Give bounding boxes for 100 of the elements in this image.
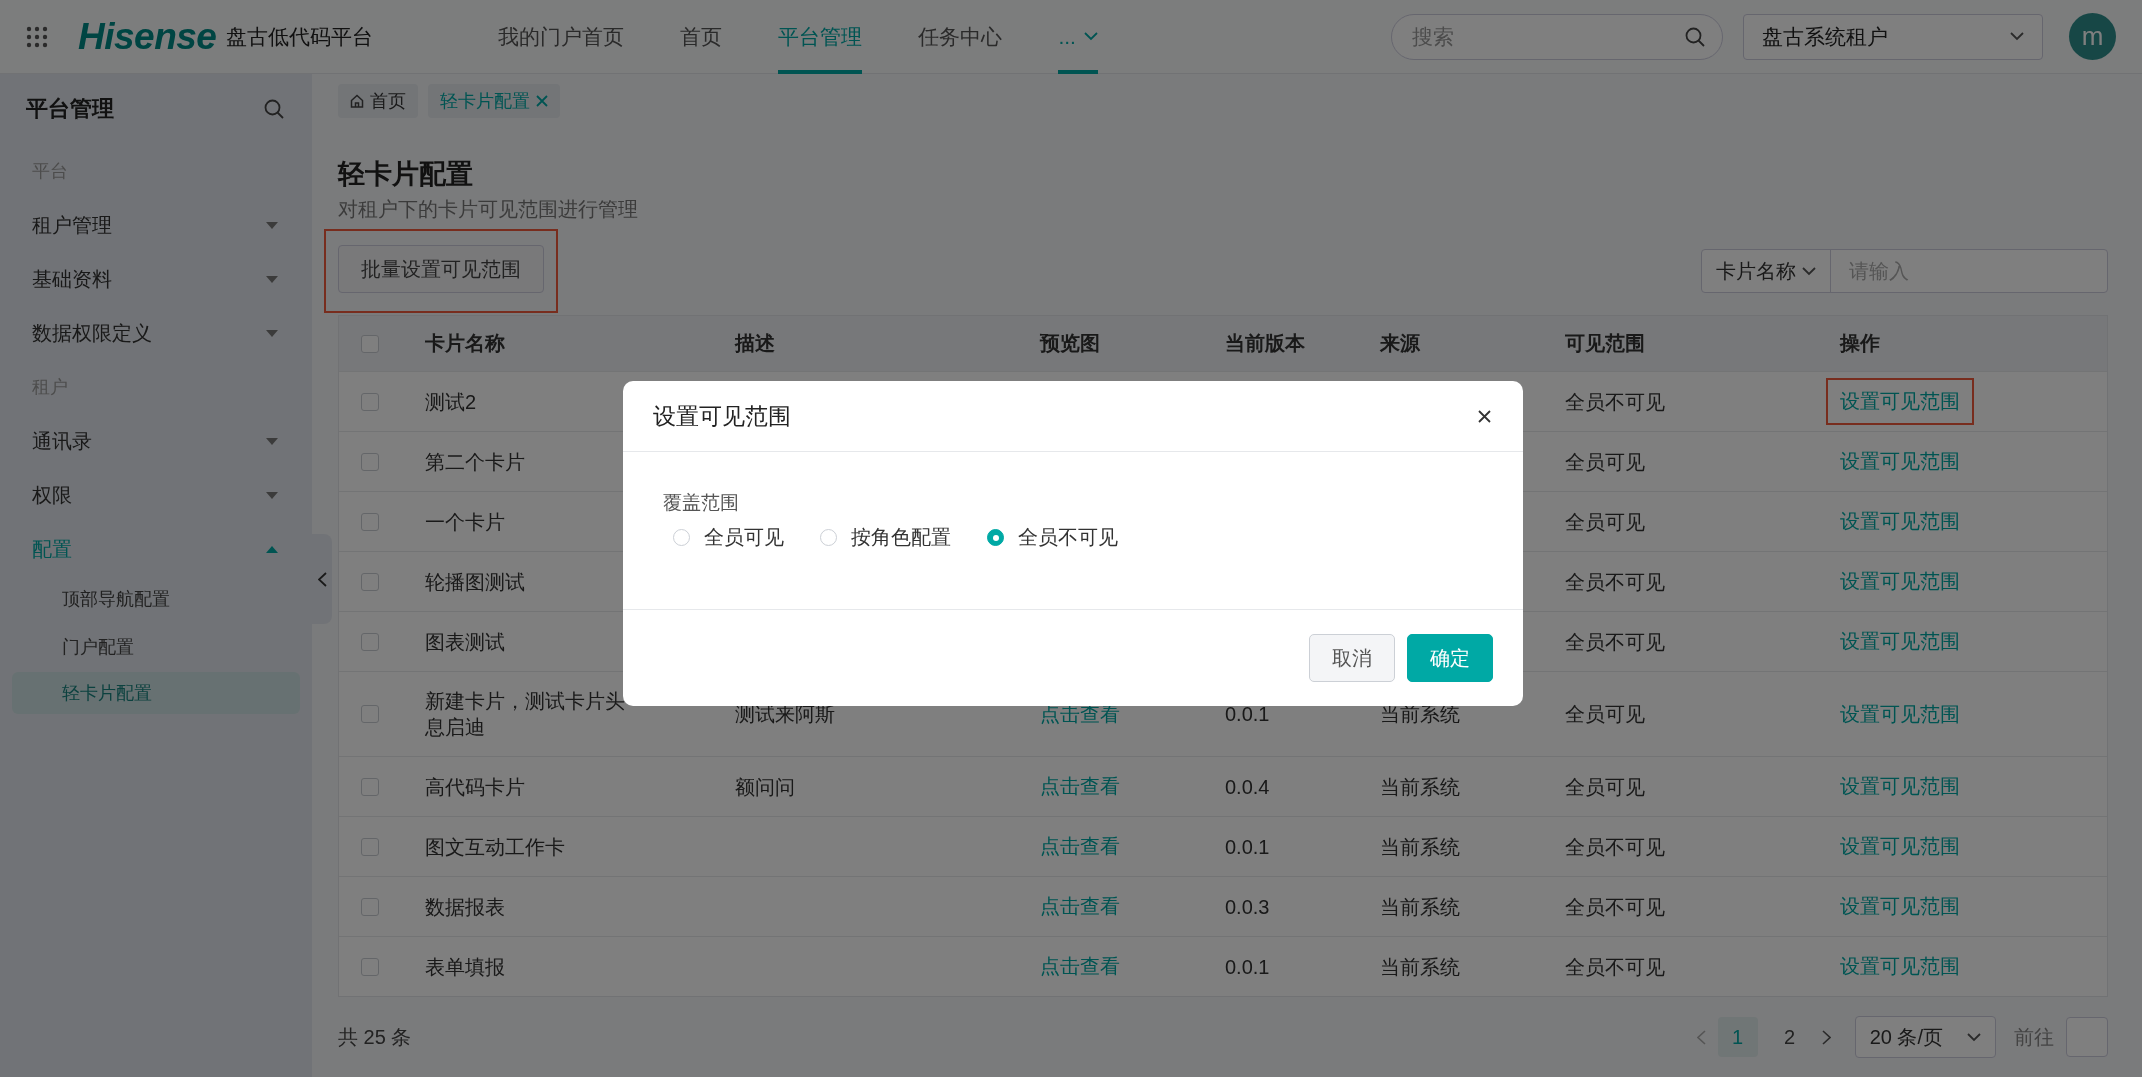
radio[interactable] bbox=[987, 529, 1004, 546]
checkbox[interactable] bbox=[361, 334, 379, 353]
filter-select[interactable]: 卡片名称 bbox=[1702, 250, 1831, 292]
checkbox[interactable] bbox=[361, 632, 379, 651]
nav-tab[interactable]: 我的门户首页 bbox=[498, 0, 625, 74]
confirm-button[interactable]: 确定 bbox=[1407, 634, 1493, 682]
sidebar-subitem[interactable]: 顶部导航配置 bbox=[12, 576, 300, 622]
sidebar-item[interactable]: 数据权限定义 bbox=[12, 306, 300, 360]
set-visibility-link[interactable]: 设置可见范围 bbox=[1840, 388, 1960, 415]
table-cell-text: 当前系统 bbox=[1380, 834, 1460, 860]
preview-link[interactable]: 点击查看 bbox=[1040, 833, 1120, 860]
table-cell-text: 数据报表 bbox=[425, 894, 505, 920]
table-cell-text: 新建卡片，测试卡片头息启迪 bbox=[425, 689, 626, 740]
set-visibility-link[interactable]: 设置可见范围 bbox=[1840, 773, 1960, 800]
set-visibility-link[interactable]: 设置可见范围 bbox=[1840, 448, 1960, 475]
page-title: 轻卡片配置 bbox=[338, 158, 474, 191]
close-icon[interactable] bbox=[1478, 409, 1491, 423]
breadcrumb-tab[interactable]: 首页 bbox=[338, 84, 418, 118]
sidebar-title: 平台管理 bbox=[26, 95, 114, 123]
checkbox[interactable] bbox=[361, 837, 379, 856]
set-visibility-link[interactable]: 设置可见范围 bbox=[1840, 893, 1960, 920]
collapse-handle[interactable] bbox=[312, 534, 332, 624]
preview-link[interactable]: 点击查看 bbox=[1040, 893, 1120, 920]
table-cell-text: 图文互动工作卡 bbox=[425, 834, 565, 860]
radio-option[interactable]: 按角色配置 bbox=[820, 524, 951, 551]
page-size-select[interactable]: 20 条/页 bbox=[1854, 1016, 1996, 1058]
table-cell-text: 全员不可见 bbox=[1565, 629, 1665, 655]
checkbox[interactable] bbox=[361, 705, 379, 723]
column-header: 来源 bbox=[1356, 316, 1541, 371]
table-cell-text: 当前系统 bbox=[1380, 954, 1460, 980]
checkbox[interactable] bbox=[361, 777, 379, 796]
nav-tab[interactable]: 首页 bbox=[680, 0, 723, 74]
radio-option[interactable]: 全员不可见 bbox=[987, 524, 1118, 551]
table-cell-text: 全员可见 bbox=[1565, 449, 1645, 475]
cancel-button[interactable]: 取消 bbox=[1309, 634, 1395, 682]
column-header: 可见范围 bbox=[1541, 316, 1816, 371]
caret-up-icon bbox=[266, 545, 278, 553]
dialog-title: 设置可见范围 bbox=[653, 401, 791, 431]
sidebar-item[interactable]: 配置 bbox=[12, 522, 300, 576]
chevron-left-icon bbox=[317, 571, 327, 587]
breadcrumb-tab[interactable]: 轻卡片配置 bbox=[428, 84, 560, 118]
table-cell-text: 全员可见 bbox=[1565, 509, 1645, 535]
checkbox[interactable] bbox=[361, 957, 379, 976]
set-visibility-link[interactable]: 设置可见范围 bbox=[1840, 833, 1960, 860]
sidebar-item[interactable]: 租户管理 bbox=[12, 198, 300, 252]
checkbox[interactable] bbox=[361, 572, 379, 591]
table-cell-text: 0.0.1 bbox=[1225, 702, 1270, 727]
radio-option[interactable]: 全员可见 bbox=[673, 524, 784, 551]
checkbox[interactable] bbox=[361, 512, 379, 531]
column-header: 操作 bbox=[1816, 316, 2107, 371]
table-cell-text: 高代码卡片 bbox=[425, 774, 525, 800]
page-input[interactable] bbox=[2066, 1017, 2108, 1057]
tenant-select[interactable]: 盘古系统租户 bbox=[1743, 13, 2043, 60]
table-cell-text: 表单填报 bbox=[425, 954, 505, 980]
apps-grid-icon[interactable] bbox=[26, 25, 48, 48]
app-name: 盘古低代码平台 bbox=[226, 23, 374, 50]
chevron-down-icon bbox=[2010, 32, 2024, 41]
page-number[interactable]: 1 bbox=[1717, 1017, 1758, 1057]
sidebar-item[interactable]: 权限 bbox=[12, 468, 300, 522]
radio[interactable] bbox=[820, 529, 837, 546]
table-cell-text: 当前系统 bbox=[1380, 894, 1460, 920]
set-visibility-link[interactable]: 设置可见范围 bbox=[1840, 568, 1960, 595]
sidebar-subitem[interactable]: 门户配置 bbox=[12, 624, 300, 670]
caret-down-icon bbox=[266, 491, 278, 499]
preview-link[interactable]: 点击查看 bbox=[1040, 953, 1120, 980]
page-number[interactable]: 2 bbox=[1769, 1017, 1810, 1057]
set-visibility-link[interactable]: 设置可见范围 bbox=[1840, 700, 1960, 728]
chevron-left-icon[interactable] bbox=[1696, 1029, 1706, 1045]
set-visibility-link[interactable]: 设置可见范围 bbox=[1840, 508, 1960, 535]
table-cell-text: 0.0.1 bbox=[1225, 834, 1270, 860]
table-cell-text: 全员不可见 bbox=[1565, 834, 1665, 860]
table-cell-text: 0.0.1 bbox=[1225, 954, 1270, 980]
chevron-right-icon[interactable] bbox=[1821, 1029, 1831, 1045]
sidebar-item[interactable]: 基础资料 bbox=[12, 252, 300, 306]
nav-tab[interactable]: 任务中心 bbox=[918, 0, 1003, 74]
sidebar-item[interactable]: 通讯录 bbox=[12, 414, 300, 468]
table-cell-text: 额问问 bbox=[735, 774, 795, 800]
search-icon[interactable] bbox=[264, 99, 284, 119]
checkbox[interactable] bbox=[361, 452, 379, 471]
table-cell-text: 轮播图测试 bbox=[425, 569, 525, 595]
chevron-down-icon bbox=[1967, 1032, 1981, 1042]
checkbox[interactable] bbox=[361, 897, 379, 916]
table-cell-text: 0.0.4 bbox=[1225, 774, 1270, 800]
home-icon bbox=[350, 94, 364, 108]
avatar[interactable]: m bbox=[2069, 13, 2116, 60]
more-menu-tab[interactable]: ... bbox=[1058, 0, 1098, 74]
preview-link[interactable]: 点击查看 bbox=[1040, 773, 1120, 800]
checkbox[interactable] bbox=[361, 392, 379, 411]
logo: Hisense bbox=[78, 15, 217, 58]
search-icon[interactable] bbox=[1685, 26, 1705, 47]
field-label: 覆盖范围 bbox=[663, 491, 740, 515]
nav-tab[interactable]: 平台管理 bbox=[778, 0, 863, 74]
sidebar-subitem[interactable]: 轻卡片配置 bbox=[12, 672, 300, 714]
set-visibility-link[interactable]: 设置可见范围 bbox=[1840, 628, 1960, 655]
table-cell-text: 0.0.3 bbox=[1225, 894, 1270, 920]
radio[interactable] bbox=[673, 529, 690, 546]
total-count: 共 25 条 bbox=[338, 1024, 412, 1050]
set-visibility-link[interactable]: 设置可见范围 bbox=[1840, 953, 1960, 980]
caret-down-icon bbox=[266, 437, 278, 445]
batch-set-button[interactable]: 批量设置可见范围 bbox=[338, 245, 544, 293]
